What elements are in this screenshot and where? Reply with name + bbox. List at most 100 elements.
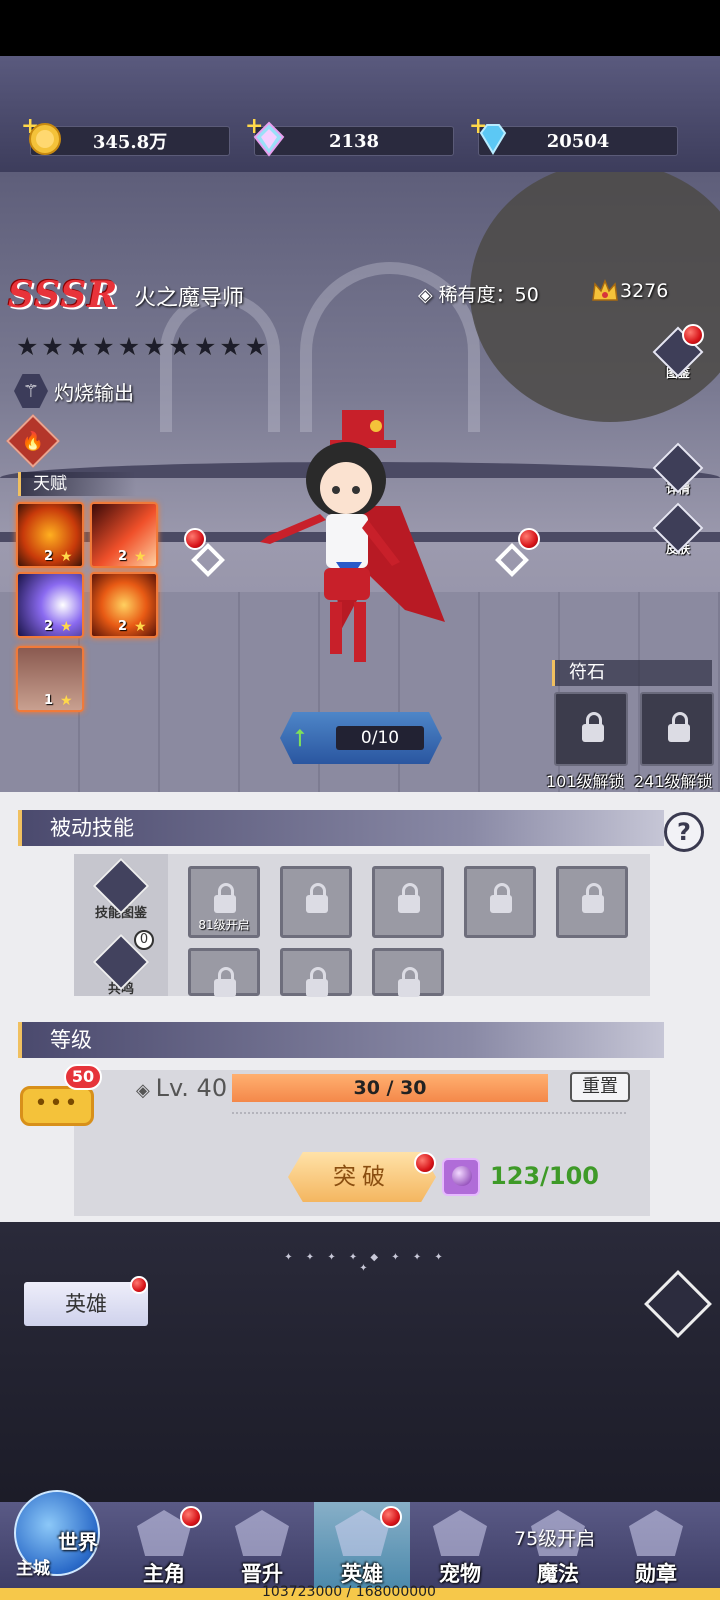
diamond-bullet-icon: ◈ [136,1080,156,1101]
chat-unread-badge: 50 [64,1064,102,1090]
diamond-resource[interactable]: + 20504 [469,113,678,156]
hero-character-sprite[interactable] [250,396,460,680]
hero-list-button[interactable]: 英雄 [24,1282,148,1326]
blue-diamond-icon [479,124,507,155]
rune-slot[interactable] [640,692,714,766]
resonance-count: 0 [134,930,154,950]
wings-icon [235,1510,289,1556]
breakthrough-material-count: 123/100 [490,1162,599,1190]
lock-icon [398,967,420,997]
skin-button[interactable]: 皮肤 [652,502,704,562]
star-empty-icon: ★ [143,332,166,361]
status-bar [0,0,720,56]
xp-progress-bar: 30 / 30 [232,1074,548,1102]
rune-unlock-label: 101级解锁 [546,772,625,791]
star-empty-icon: ★ [92,332,115,361]
star-empty-icon: ★ [168,332,191,361]
medal-icon [629,1510,683,1556]
notification-dot [130,1276,148,1294]
passive-skill-header: 被动技能 [18,810,664,846]
talent-fireball[interactable]: 2 ★ [16,502,84,568]
talent-meteor[interactable]: 2 ★ [90,502,158,568]
passive-skill-slot[interactable] [280,948,352,997]
notification-dot [414,1152,436,1174]
rune-header: 符石 [552,660,712,686]
passive-skill-slot[interactable] [372,948,444,997]
purple-orb-icon [442,1158,480,1196]
notification-dot [380,1506,402,1528]
reset-button[interactable]: 重置 [570,1072,630,1102]
help-button[interactable]: ? [664,812,704,852]
star-empty-icon: ★ [41,332,64,361]
divider [232,1112,626,1114]
chat-button[interactable]: ••• [20,1086,94,1126]
talent-wind-slash[interactable]: 2 ★ [16,572,84,638]
rarity-value: ◈ 稀有度：50 [418,280,539,307]
notification-dot [184,528,206,550]
notification-dot [518,528,540,550]
beast-icon [433,1510,487,1556]
crystal-resource[interactable]: + 2138 [245,113,454,157]
star-up-arrow-icon: ⭡ [294,724,306,752]
lock-icon [214,883,236,913]
lock-icon [306,883,328,913]
skill-codex-button[interactable]: 技能图鉴 [92,857,150,921]
star-empty-icon: ★ [117,332,141,361]
nav-magic[interactable]: 魔法 [510,1510,606,1596]
hero-role-label: 灼烧输出 [54,380,134,405]
passive-skill-slot[interactable] [280,866,352,938]
passive-skill-slot[interactable] [464,866,536,938]
world-button[interactable]: 世界 主城 [6,1470,112,1590]
notification-dot [682,324,704,346]
details-button[interactable]: 详情 [652,442,704,502]
passive-skill-slot[interactable]: 81级开启 [188,866,260,938]
hero-name: 火之魔导师 [134,286,245,311]
gold-value: 345.8万 [92,132,168,153]
ornament-divider: ✦ ✦ ✦ ✦ ◆ ✦ ✦ ✦ ✦ [284,1252,448,1274]
resonance-button[interactable]: 共鸣 [92,933,150,997]
talent-helmet[interactable]: 1 ★ [16,646,84,712]
talent-phoenix[interactable]: 2 ★ [90,572,158,638]
details-icon [652,442,704,494]
star-empty-icon: ★ [16,332,39,361]
crown-icon [592,278,618,301]
star-upgrade-progress: 0/10 [336,726,424,750]
star-empty-icon: ★ [193,332,217,361]
star-empty-icon: ★ [244,332,268,361]
rarity-grade: SSSR [8,274,119,316]
passive-skill-slot[interactable] [188,948,260,997]
level-header: 等级 [18,1022,664,1058]
star-icon: ★ [60,619,73,635]
notification-dot [180,1506,202,1528]
hero-level: ◈ Lv. 40 [136,1074,227,1102]
hero-level-label: Lv. 40 [155,1074,228,1102]
star-upgrade-button[interactable]: ⭡ 0/10 [280,712,442,764]
talent-header: 天赋 [18,472,136,496]
passive-skill-slot[interactable] [372,866,444,938]
hero-role[interactable]: ⚚ 灼烧输出 [14,374,134,408]
star-empty-icon: ★ [219,332,242,361]
nav-medal[interactable]: 勋章 [608,1510,704,1596]
star-empty-icon: ★ [66,332,90,361]
rainbow-crystal-icon [253,121,285,157]
combat-power: 3276 [620,280,669,302]
crystal-value: 2138 [328,130,380,152]
lock-icon [668,712,690,742]
lock-icon [214,967,236,997]
xp-progress-text: 30 / 30 [353,1077,427,1099]
account-exp-text: 103723000 / 168000000 [262,1584,436,1600]
skin-icon [652,502,704,554]
rune-unlock-label: 241级解锁 [634,772,713,791]
passive-skill-slot[interactable] [556,866,628,938]
chat-dots-icon: ••• [34,1091,80,1116]
diamond-bullet-icon: ◈ [418,284,439,306]
gold-resource[interactable]: + 345.8万 [21,113,230,156]
gold-coin-icon [29,123,61,155]
rarity-label: 稀有度：50 [438,284,539,306]
staff-icon: ⚚ [14,374,48,408]
lock-icon [490,883,512,913]
rune-slot[interactable] [554,692,628,766]
diamond-value: 20504 [546,130,610,152]
lock-icon [398,883,420,913]
account-exp-bar: 103723000 / 168000000 [0,1584,720,1600]
